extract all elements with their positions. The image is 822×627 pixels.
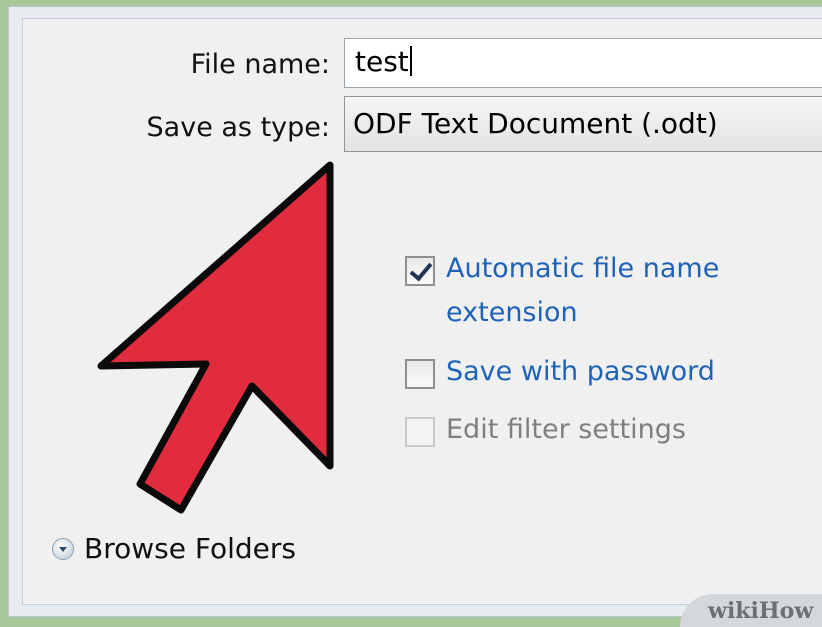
red-pointer-arrow-icon [97, 161, 334, 514]
